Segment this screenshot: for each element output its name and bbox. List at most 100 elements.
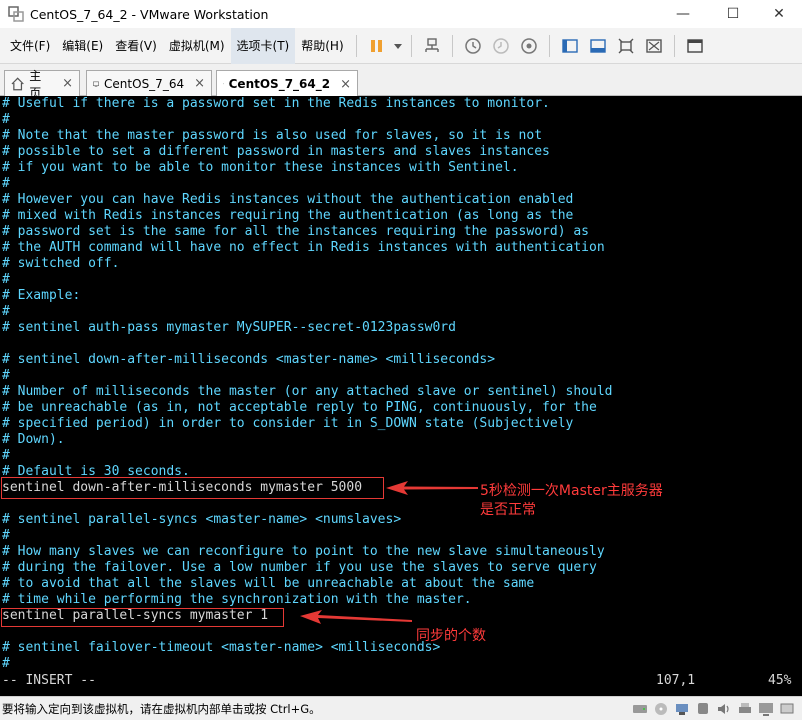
terminal-line: # the AUTH command will have no effect i…: [2, 240, 605, 255]
console-view-button[interactable]: [681, 32, 709, 60]
printer-icon[interactable]: [736, 700, 754, 718]
menu-file[interactable]: 文件(F): [4, 28, 56, 64]
annotation-text: 是否正常: [480, 502, 536, 518]
annotation-arrow: [300, 610, 412, 624]
tab-close-button[interactable]: ×: [340, 77, 351, 92]
network-icon: [424, 37, 439, 52]
terminal-line: # password set is the same for all the i…: [2, 224, 589, 239]
scroll-percent: 45%: [768, 673, 792, 688]
revert-snapshot-button[interactable]: [487, 32, 515, 60]
device-icons: [631, 700, 796, 718]
vm-running-icon: [223, 83, 224, 85]
terminal-line: # However you can have Redis instances w…: [2, 192, 574, 207]
terminal-line: # Number of milliseconds the master (or …: [2, 384, 613, 399]
show-library-button[interactable]: [556, 32, 584, 60]
window-title: CentOS_7_64_2 - VMware Workstation: [30, 6, 269, 22]
cursor-position: 107,1: [656, 673, 696, 688]
full-screen-button[interactable]: [612, 32, 640, 60]
terminal-line: # to avoid that all the slaves will be u…: [2, 576, 535, 591]
snapshot-button[interactable]: [459, 32, 487, 60]
terminal-line: # possible to set a different password i…: [2, 144, 550, 159]
menu-toolbar: 文件(F) 编辑(E) 查看(V) 虚拟机(M) 选项卡(T) 帮助(H): [0, 27, 802, 64]
tab-centos-7-64-2[interactable]: CentOS_7_64_2 ×: [216, 70, 358, 97]
terminal-line: # Note that the master password is also …: [2, 128, 543, 143]
terminal-line: # mixed with Redis instances requiring t…: [2, 208, 574, 223]
sound-icon[interactable]: [715, 700, 733, 718]
terminal-line: # switched off.: [2, 256, 120, 271]
chevron-down-icon: [393, 43, 402, 49]
fullscreen-icon: [618, 38, 634, 53]
vmware-logo-icon: [8, 6, 24, 22]
highlight-box: [1, 608, 284, 627]
annotation-arrow: [386, 481, 478, 495]
menu-view[interactable]: 查看(V): [109, 28, 163, 64]
terminal-line: # be unreachable (as in, not acceptable …: [2, 400, 597, 415]
tab-centos-7-64[interactable]: CentOS_7_64 ×: [86, 70, 212, 96]
tab-home[interactable]: 主页 ×: [4, 69, 80, 100]
console-view-icon: [686, 38, 703, 53]
pause-icon: [370, 39, 382, 52]
terminal-line: # sentinel parallel-syncs <master-name> …: [2, 512, 402, 527]
tab-label: CentOS_7_64_2: [228, 77, 331, 91]
snapshot-manager-button[interactable]: [515, 32, 543, 60]
revert-snapshot-icon: [492, 37, 509, 54]
terminal-line: #: [2, 112, 10, 127]
annotation-text: 5秒检测一次Master主服务器: [480, 483, 663, 499]
menu-tabs[interactable]: 选项卡(T): [230, 27, 296, 64]
cd-drive-icon[interactable]: [652, 700, 670, 718]
terminal-line: #: [2, 528, 10, 543]
terminal-line: # Useful if there is a password set in t…: [2, 96, 550, 111]
annotation-text: 同步的个数: [416, 628, 486, 644]
vm-console[interactable]: # Useful if there is a password set in t…: [0, 96, 802, 696]
home-icon: [11, 76, 24, 90]
pause-button[interactable]: [363, 32, 391, 60]
toolbar-separator: [673, 34, 675, 57]
display-icon[interactable]: [757, 700, 775, 718]
toolbar-separator: [410, 34, 412, 57]
terminal-line: # sentinel failover-timeout <master-name…: [2, 640, 441, 655]
vim-status-line: -- INSERT -- 107,1 45%: [0, 672, 802, 690]
status-bar: 要将输入定向到该虚拟机，请在虚拟机内部单击或按 Ctrl+G。: [0, 696, 802, 720]
network-adapter-icon[interactable]: [673, 700, 691, 718]
terminal-line: # Down).: [2, 432, 65, 447]
thumbnail-bar-button[interactable]: [584, 32, 612, 60]
terminal-line: #: [2, 304, 10, 319]
terminal-line: # sentinel down-after-milliseconds <mast…: [2, 352, 496, 367]
tab-bar: 主页 × CentOS_7_64 × CentOS_7_64_2 ×: [0, 64, 802, 100]
menu-help[interactable]: 帮助(H): [295, 28, 349, 64]
terminal-line: # if you want to be able to monitor thes…: [2, 160, 519, 175]
terminal-line: #: [2, 656, 10, 671]
toolbar-separator: [355, 34, 357, 57]
thumbnail-icon: [589, 38, 606, 53]
sidebar-icon: [561, 38, 578, 53]
terminal-line: # during the failover. Use a low number …: [2, 560, 597, 575]
hard-disk-icon[interactable]: [631, 700, 649, 718]
message-icon[interactable]: [778, 700, 796, 718]
terminal-line: #: [2, 368, 10, 383]
terminal-line: #: [2, 272, 10, 287]
tab-label: CentOS_7_64: [104, 76, 185, 91]
vim-mode: -- INSERT --: [2, 673, 96, 688]
terminal-line: # How many slaves we can reconfigure to …: [2, 544, 605, 559]
status-message: 要将输入定向到该虚拟机，请在虚拟机内部单击或按 Ctrl+G。: [2, 701, 321, 716]
toolbar-separator: [451, 34, 453, 57]
snapshot-manager-icon: [520, 37, 537, 54]
terminal-line: # time while performing the synchronizat…: [2, 592, 472, 607]
unity-button[interactable]: [640, 32, 668, 60]
terminal-line: #: [2, 448, 10, 463]
send-ctrl-alt-del-button[interactable]: [418, 32, 446, 60]
usb-icon[interactable]: [694, 700, 712, 718]
menu-edit[interactable]: 编辑(E): [56, 28, 109, 64]
pause-dropdown[interactable]: [391, 32, 405, 60]
toolbar-separator: [548, 34, 550, 57]
menu-vm[interactable]: 虚拟机(M): [163, 28, 231, 64]
vm-icon: [93, 81, 99, 87]
terminal-line: # specified period) in order to consider…: [2, 416, 574, 431]
maximize-button[interactable]: ☐: [710, 0, 756, 28]
snapshot-icon: [464, 37, 481, 54]
tab-close-button[interactable]: ×: [62, 76, 73, 91]
tab-close-button[interactable]: ×: [194, 76, 205, 91]
title-bar: CentOS_7_64_2 - VMware Workstation — ☐ ✕: [0, 0, 802, 28]
close-button[interactable]: ✕: [756, 0, 802, 28]
minimize-button[interactable]: —: [660, 0, 706, 28]
